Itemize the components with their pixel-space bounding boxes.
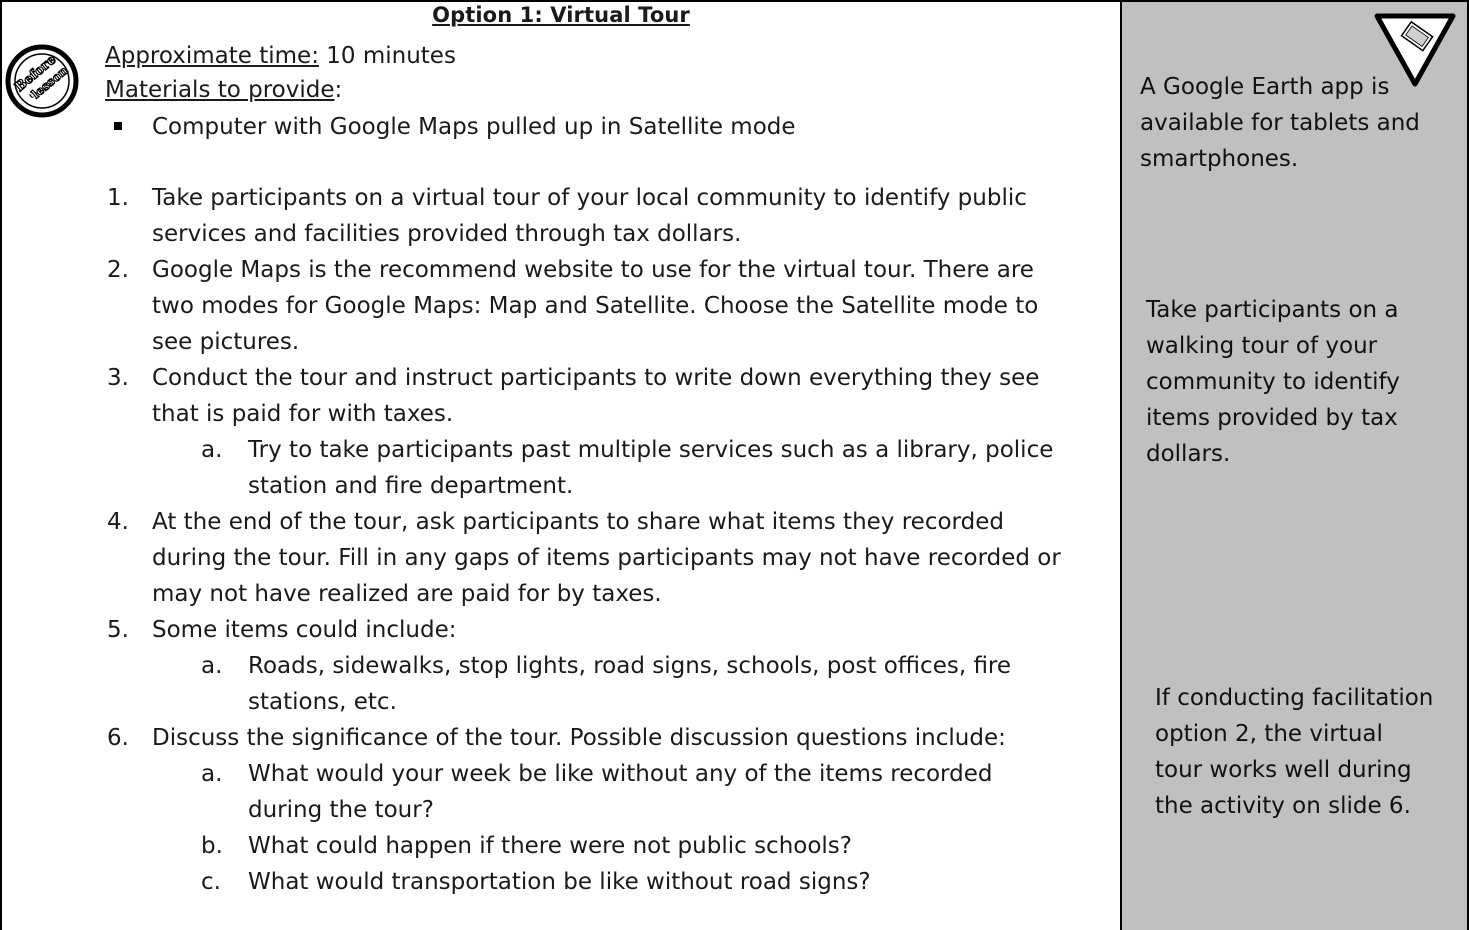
sidebar-note-line: items provided by tax: [1146, 405, 1398, 431]
list-item-text: Conduct the tour and instruct participan…: [152, 365, 1040, 391]
approx-time-value: 10 minutes: [318, 43, 456, 69]
list-item-number: a.: [201, 761, 223, 787]
sidebar-note-line: the activity on slide 6.: [1155, 793, 1411, 819]
list-item-text: Roads, sidewalks, stop lights, road sign…: [248, 653, 1012, 679]
sidebar-note-line: tour works well during: [1155, 757, 1412, 783]
list-item-text: stations, etc.: [248, 689, 397, 715]
list-item-text: Google Maps is the recommend website to …: [152, 257, 1034, 283]
list-item-text: may not have realized are paid for by ta…: [152, 581, 662, 607]
list-item-text: services and facilities provided through…: [152, 221, 742, 247]
list-item-number: c.: [201, 869, 221, 895]
list-item-text: see pictures.: [152, 329, 300, 355]
materials-colon: :: [334, 77, 343, 103]
approx-time-line: Approximate time: 10 minutes: [105, 38, 456, 74]
sidebar-note-line: option 2, the virtual: [1155, 721, 1383, 747]
list-item-text: during the tour?: [248, 797, 434, 823]
sidebar-note-line: Take participants on a: [1146, 297, 1399, 323]
materials-line: Materials to provide:: [105, 72, 342, 108]
list-item-text: What could happen if there were not publ…: [248, 833, 852, 859]
tablet-tip-icon: [1374, 13, 1456, 87]
list-item-number: 3.: [107, 365, 129, 391]
list-item-number: 2.: [107, 257, 129, 283]
list-item-number: a.: [201, 437, 223, 463]
list-item-text: What would transportation be like withou…: [248, 869, 871, 895]
list-item-text: two modes for Google Maps: Map and Satel…: [152, 293, 1039, 319]
list-item-number: a.: [201, 653, 223, 679]
list-item-text: What would your week be like without any…: [248, 761, 993, 787]
sidebar-note-line: walking tour of your: [1146, 333, 1378, 359]
sidebar-note-line: smartphones.: [1140, 146, 1299, 172]
materials-label: Materials to provide: [105, 77, 335, 103]
sidebar-note-line: If conducting facilitation: [1155, 685, 1434, 711]
list-item-number: b.: [201, 833, 223, 859]
bullet-icon: [114, 122, 122, 130]
list-item-text: Some items could include:: [152, 617, 457, 643]
list-item-number: 1.: [107, 185, 129, 211]
list-item-text: Take participants on a virtual tour of y…: [152, 185, 1027, 211]
before-the-lesson-badge-icon: Before the lesson: [5, 44, 79, 118]
list-item-text: Discuss the significance of the tour. Po…: [152, 725, 1006, 751]
list-item-number: 4.: [107, 509, 129, 535]
sidebar-note-line: A Google Earth app is: [1140, 74, 1390, 100]
sidebar-note-line: available for tablets and: [1140, 110, 1420, 136]
approx-time-label: Approximate time:: [105, 43, 319, 69]
list-item-text: At the end of the tour, ask participants…: [152, 509, 1004, 535]
sidebar-note-line: dollars.: [1146, 441, 1231, 467]
list-item-text: during the tour. Fill in any gaps of ite…: [152, 545, 1061, 571]
list-item-text: that is paid for with taxes.: [152, 401, 454, 427]
page: Option 1: Virtual Tour Before the lesson…: [0, 0, 1469, 930]
materials-item: Computer with Google Maps pulled up in S…: [152, 114, 796, 140]
section-title: Option 1: Virtual Tour: [432, 3, 690, 27]
sidebar-note-line: community to identify: [1146, 369, 1400, 395]
list-item-number: 5.: [107, 617, 129, 643]
list-item-number: 6.: [107, 725, 129, 751]
list-item-text: Try to take participants past multiple s…: [248, 437, 1054, 463]
list-item-text: station and fire department.: [248, 473, 574, 499]
